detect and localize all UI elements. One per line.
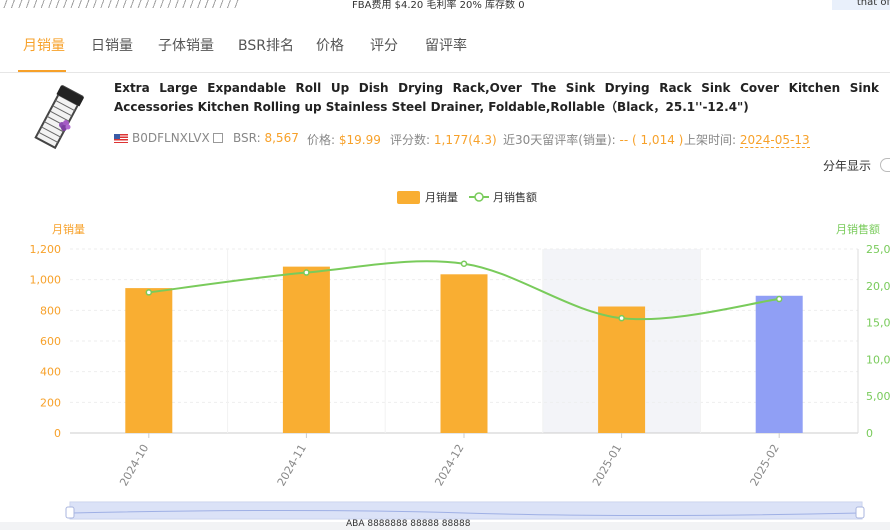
bar-2024-12[interactable] [440, 274, 488, 433]
top-right-fragment: that of [832, 0, 890, 10]
y-right-tick-label: 20,000 [866, 280, 890, 293]
sales-chart: 月销量 月销售额 月销量 月销售额 0 200 400 600 800 1,000 1,20… [30, 190, 890, 520]
y-right-axis-title: 月销售额 [836, 222, 880, 236]
y-right-tick-label: 25,000 [866, 243, 890, 256]
x-tick-label: 2025-02 [748, 442, 782, 488]
revenue-point-2024-12[interactable] [460, 260, 468, 267]
bar-2025-01[interactable] [598, 306, 646, 434]
y-left-tick-label: 1,200 [30, 243, 62, 256]
bottom-cutoff-text: ABA 8888888 88888 88888 [346, 519, 471, 529]
y-left-tick-label: 0 [54, 427, 61, 440]
x-tick-label: 2025-01 [590, 442, 624, 488]
chart-legend: 月销量 月销售额 [397, 190, 537, 204]
y-left-tick-label: 400 [40, 366, 61, 379]
legend-label-sales: 月销量 [425, 190, 458, 204]
revenue-point-2024-11[interactable] [303, 269, 310, 276]
legend-line-marker [474, 192, 484, 202]
y-left-tick-label: 200 [40, 396, 61, 409]
y-left-tick-label: 800 [40, 304, 61, 317]
x-tick-label: 2024-11 [275, 442, 309, 488]
zoom-handle-right[interactable] [855, 506, 865, 519]
bar-2024-10[interactable] [125, 288, 173, 433]
revenue-point-2025-01[interactable] [618, 314, 625, 322]
bar-2024-11[interactable] [282, 266, 330, 433]
top-hatch-decoration [0, 0, 240, 8]
y-right-tick-label: 5,000 [866, 390, 890, 403]
y-right-tick-label: 15,000 [866, 317, 890, 330]
plot-area: 0 200 400 600 800 1,000 1,200 0 5,000 10,000 15,00… [30, 243, 890, 488]
revenue-point-2024-10[interactable] [145, 289, 153, 296]
y-right-tick-label: 10,000 [866, 353, 890, 366]
x-tick-label: 2024-10 [117, 442, 151, 488]
bar-2025-02[interactable] [755, 295, 803, 433]
zoom-handle-left[interactable] [65, 506, 75, 519]
legend-item-monthly-sales[interactable]: 月销量 [397, 190, 458, 204]
legend-label-revenue: 月销售额 [493, 190, 537, 204]
y-right-tick-label: 0 [866, 427, 873, 440]
zoom-slider[interactable] [65, 501, 865, 520]
x-tick-label: 2024-12 [432, 442, 466, 488]
y-left-tick-label: 600 [40, 335, 61, 348]
legend-item-monthly-revenue[interactable]: 月销售额 [469, 190, 537, 204]
y-left-tick-label: 1,000 [30, 274, 62, 287]
top-strip: FBA费用 $4.20 毛利率 20% 库存数 0 [0, 0, 890, 11]
y-left-axis-title: 月销量 [52, 222, 85, 236]
revenue-point-2025-02[interactable] [775, 295, 783, 303]
zoom-slider-selection[interactable] [70, 502, 862, 519]
legend-bar-swatch [397, 191, 420, 204]
